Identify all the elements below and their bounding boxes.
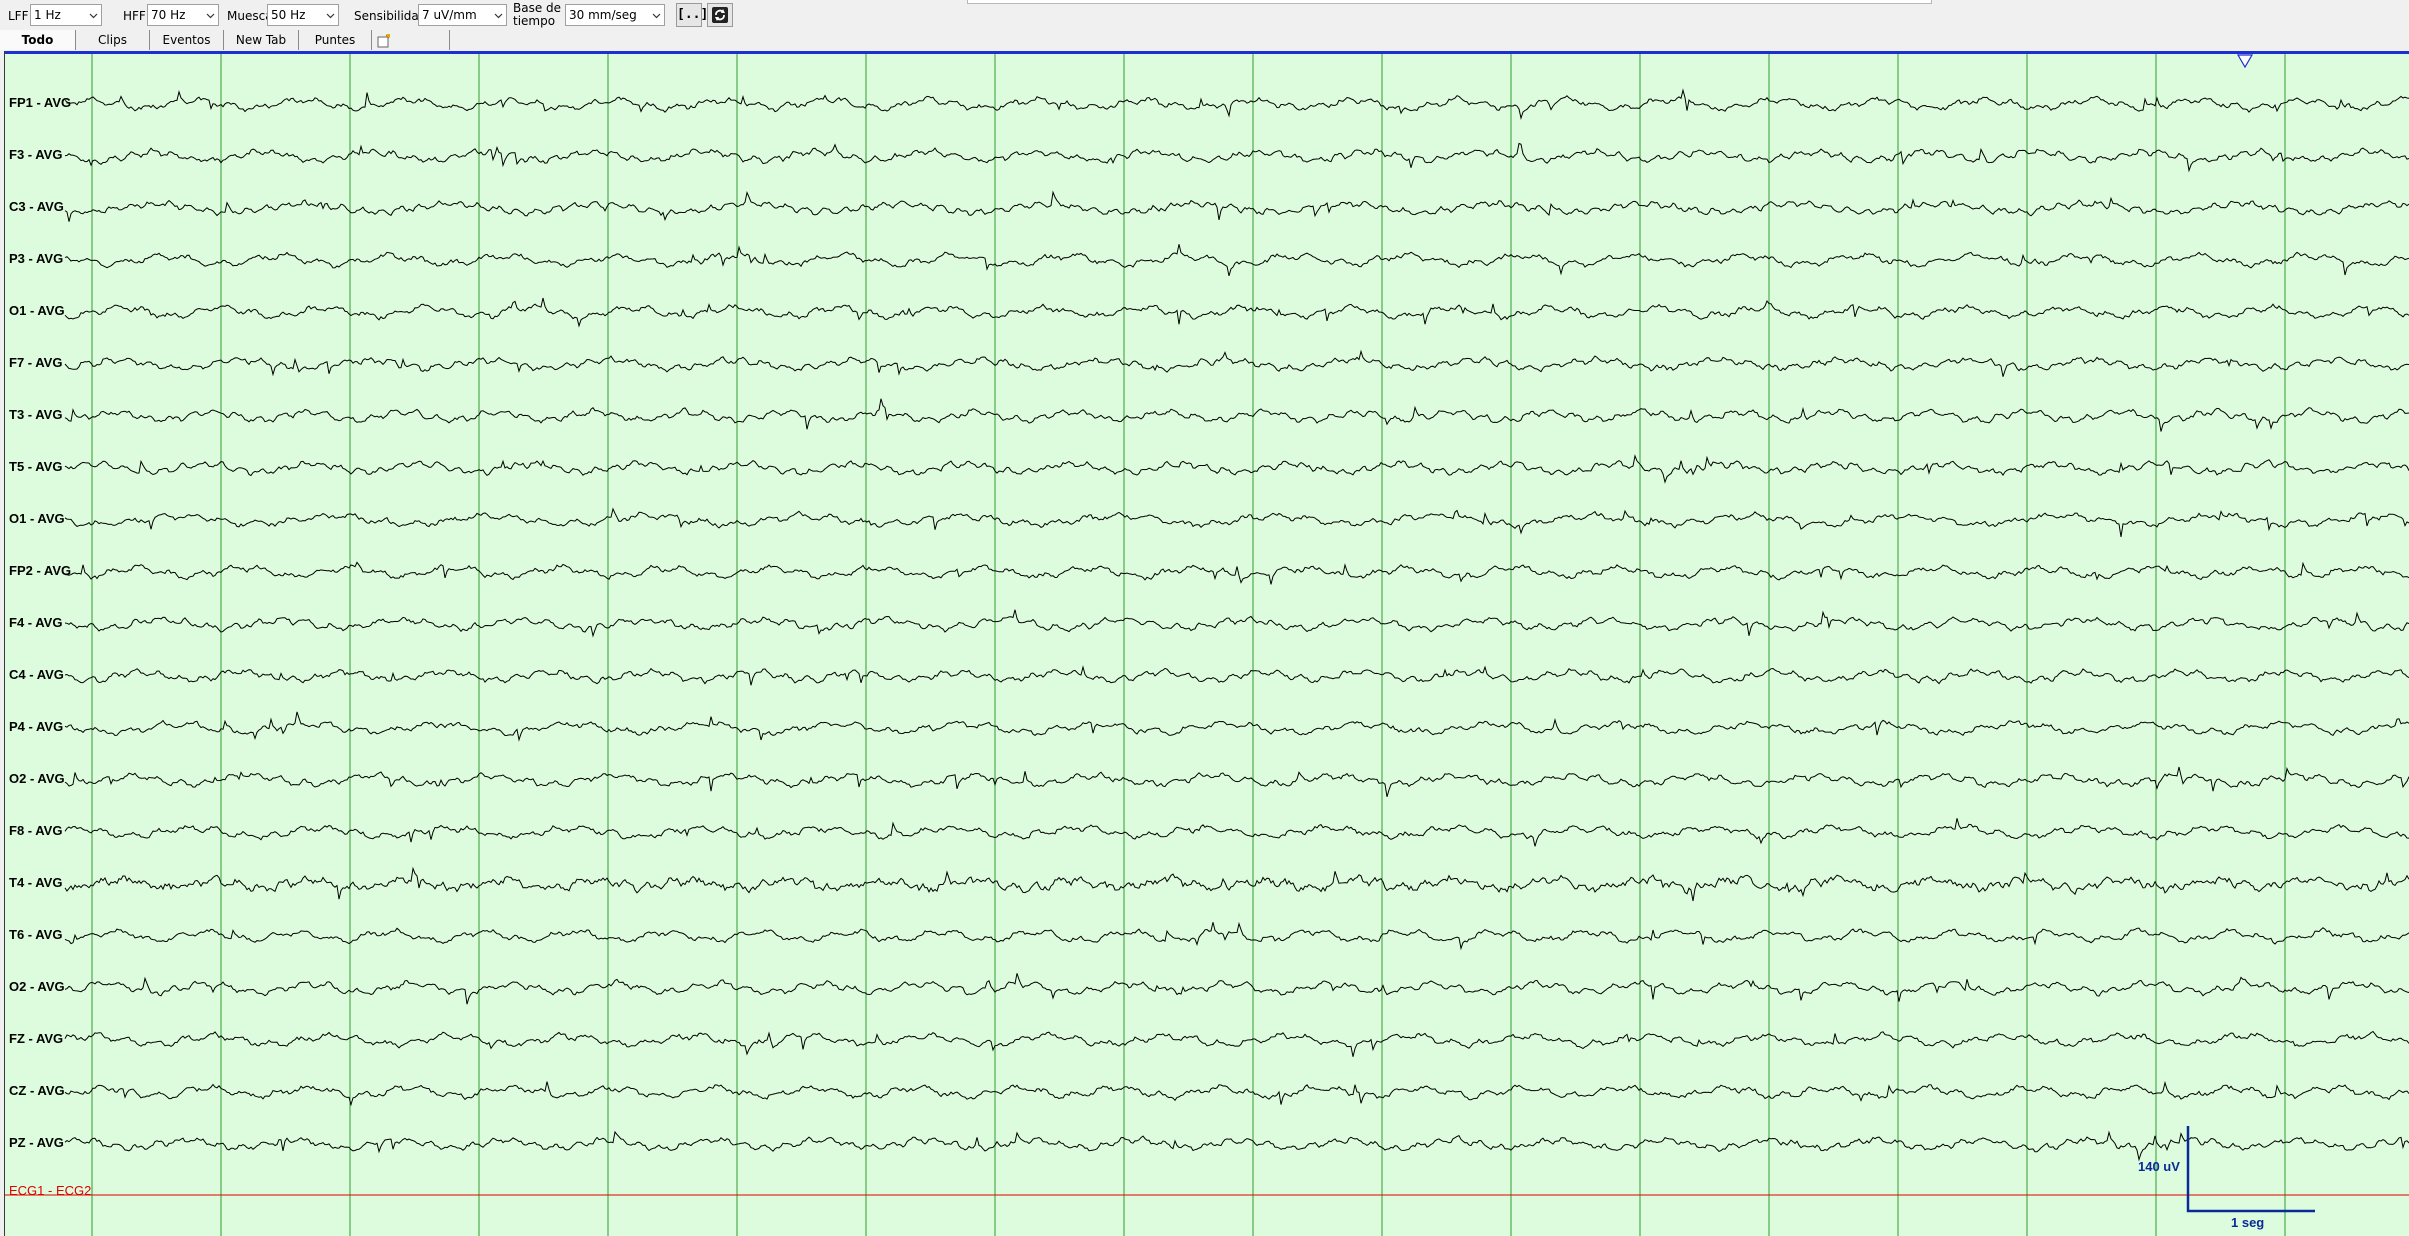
lff-select[interactable]: 1 Hz (30, 4, 102, 26)
notch-value: 50 Hz (271, 8, 306, 22)
tab-clips[interactable]: Clips (76, 30, 150, 50)
channel-label: T6 - AVG (9, 927, 63, 942)
lff-value: 1 Hz (34, 8, 61, 22)
timebase-label: Base de tiempo (513, 2, 561, 28)
channel-label: FP1 - AVG (9, 95, 72, 110)
chevron-down-icon (206, 13, 215, 19)
eeg-trace (64, 349, 2409, 377)
refresh-button[interactable] (707, 3, 733, 27)
tab-bar: Todo Clips Eventos New Tab Puntes (0, 28, 2409, 52)
eeg-trace (64, 711, 2409, 742)
timebase-label-line2: tiempo (513, 14, 556, 28)
sensitivity-value: 7 uV/mm (422, 8, 477, 22)
notch-label: Muesca (227, 9, 273, 23)
eeg-trace (64, 1030, 2409, 1057)
eeg-trace (64, 866, 2409, 902)
channel-label: P3 - AVG (9, 251, 64, 266)
eeg-trace (64, 921, 2409, 951)
calibration-time: 1 seg (2231, 1215, 2265, 1230)
channel-label: F4 - AVG (9, 615, 63, 630)
eeg-trace (64, 561, 2409, 585)
lff-label: LFF (8, 9, 29, 23)
sensitivity-label: Sensibilidad (354, 9, 427, 23)
timebase-select[interactable]: 30 mm/seg (565, 4, 665, 26)
eeg-trace (64, 398, 2409, 432)
hff-value: 70 Hz (151, 8, 186, 22)
eeg-trace (64, 818, 2409, 847)
channel-label: T3 - AVG (9, 407, 63, 422)
tab-todo[interactable]: Todo (0, 30, 76, 50)
channel-label: O1 - AVG (9, 303, 65, 318)
hff-select[interactable]: 70 Hz (147, 4, 219, 26)
eeg-trace (64, 973, 2409, 1005)
chevron-down-icon (326, 13, 335, 19)
top-panel (967, 0, 1932, 4)
new-tab-icon (377, 33, 390, 47)
notch-select[interactable]: 50 Hz (267, 4, 339, 26)
channel-label: PZ - AVG (9, 1135, 64, 1150)
eeg-trace (64, 665, 2409, 686)
channel-label: O2 - AVG (9, 771, 65, 786)
chevron-down-icon (652, 13, 661, 19)
channel-label: FZ - AVG (9, 1031, 64, 1046)
bracket-button[interactable]: [..] (676, 3, 708, 27)
add-tab-button[interactable] (372, 30, 450, 50)
tab-eventos[interactable]: Eventos (150, 30, 224, 50)
eeg-trace (64, 297, 2409, 328)
eeg-trace (64, 142, 2409, 173)
refresh-icon (712, 7, 728, 23)
eeg-trace (64, 609, 2409, 638)
tab-new-tab[interactable]: New Tab (224, 30, 299, 50)
channel-label: T5 - AVG (9, 459, 63, 474)
chevron-down-icon (494, 13, 503, 19)
eeg-canvas[interactable] (5, 51, 2409, 1236)
eeg-trace (64, 454, 2409, 484)
channel-label: C4 - AVG (9, 667, 64, 682)
channel-label: C3 - AVG (9, 199, 64, 214)
calibration-amplitude: 140 uV (2138, 1159, 2180, 1174)
channel-label: F8 - AVG (9, 823, 63, 838)
eeg-trace (64, 244, 2409, 277)
eeg-trace (64, 1080, 2409, 1107)
eeg-trace (64, 1130, 2409, 1162)
channel-label: P4 - AVG (9, 719, 64, 734)
eeg-trace-area[interactable]: FP1 - AVG F3 - AVG C3 - AVG P3 - AVG O1 - AV… (4, 51, 2409, 1236)
eeg-trace (64, 190, 2409, 222)
channel-label: F3 - AVG (9, 147, 63, 162)
channel-label: O1 - AVG (9, 511, 65, 526)
sensitivity-select[interactable]: 7 uV/mm (418, 4, 507, 26)
channel-label: T4 - AVG (9, 875, 63, 890)
ecg-channel-label: ECG1 - ECG2 (9, 1183, 92, 1198)
channel-label: F7 - AVG (9, 355, 63, 370)
channel-label: FP2 - AVG (9, 563, 72, 578)
cursor-triangle-icon (2236, 54, 2254, 69)
channel-label: O2 - AVG (9, 979, 65, 994)
channel-label: CZ - AVG (9, 1083, 65, 1098)
eeg-trace (64, 766, 2409, 797)
hff-label: HFF (123, 9, 146, 23)
tab-puntes[interactable]: Puntes (299, 30, 372, 50)
chevron-down-icon (89, 13, 98, 19)
timebase-value: 30 mm/seg (569, 8, 637, 22)
toolbar: LFF 1 Hz HFF 70 Hz Muesca 50 Hz Sensibil… (0, 0, 2409, 30)
eeg-trace (64, 507, 2409, 537)
eeg-trace (64, 88, 2409, 120)
